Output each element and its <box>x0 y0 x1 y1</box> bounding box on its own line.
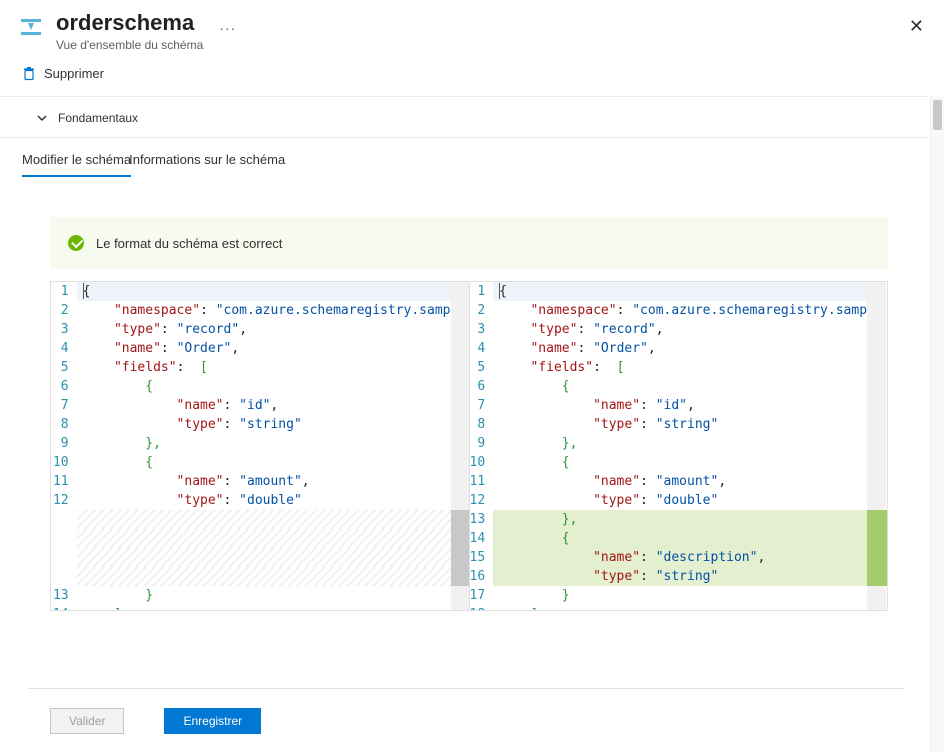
right-scrollbar[interactable] <box>885 282 887 610</box>
success-icon <box>68 235 84 251</box>
scrollbar-thumb[interactable] <box>933 100 942 130</box>
tab-edit-schema[interactable]: Modifier le schéma <box>22 152 131 177</box>
chevron-down-icon <box>36 112 48 124</box>
line-numbers-right: 123456789101112131415161718 <box>470 282 494 610</box>
page-scrollbar[interactable] <box>930 96 944 752</box>
page-subtitle: Vue d'ensemble du schéma <box>56 38 203 52</box>
fundamentals-toggle[interactable]: Fondamentaux <box>0 97 928 138</box>
diff-right-pane[interactable]: 123456789101112131415161718 { "namespace… <box>469 282 888 610</box>
schema-icon <box>18 14 44 40</box>
tab-bar: Modifier le schéma Informations sur le s… <box>0 138 928 177</box>
diff-editor: 1234567891011121314 { "namespace": "com.… <box>50 281 888 611</box>
tab-schema-info[interactable]: Informations sur le schéma <box>129 152 285 177</box>
delete-label: Supprimer <box>44 66 104 81</box>
diff-left-pane[interactable]: 1234567891011121314 { "namespace": "com.… <box>51 282 469 610</box>
status-text: Le format du schéma est correct <box>96 236 282 251</box>
status-banner: Le format du schéma est correct <box>50 217 888 269</box>
more-button[interactable]: ··· <box>219 20 236 36</box>
code-left: { "namespace": "com.azure.schemaregistry… <box>77 282 451 610</box>
trash-icon <box>22 67 36 81</box>
save-button[interactable]: Enregistrer <box>164 708 261 734</box>
validate-button: Valider <box>50 708 124 734</box>
fundamentals-label: Fondamentaux <box>58 111 138 125</box>
close-icon[interactable]: ✕ <box>909 16 924 37</box>
page-title: orderschema <box>56 10 203 36</box>
left-scroll-marker[interactable] <box>451 282 469 610</box>
line-numbers-left: 1234567891011121314 <box>51 282 77 610</box>
content-area: Fondamentaux Modifier le schéma Informat… <box>0 96 928 752</box>
right-diff-marker <box>867 282 885 610</box>
code-right: { "namespace": "com.azure.schemaregistry… <box>493 282 867 610</box>
delete-button[interactable]: Supprimer <box>22 66 104 81</box>
